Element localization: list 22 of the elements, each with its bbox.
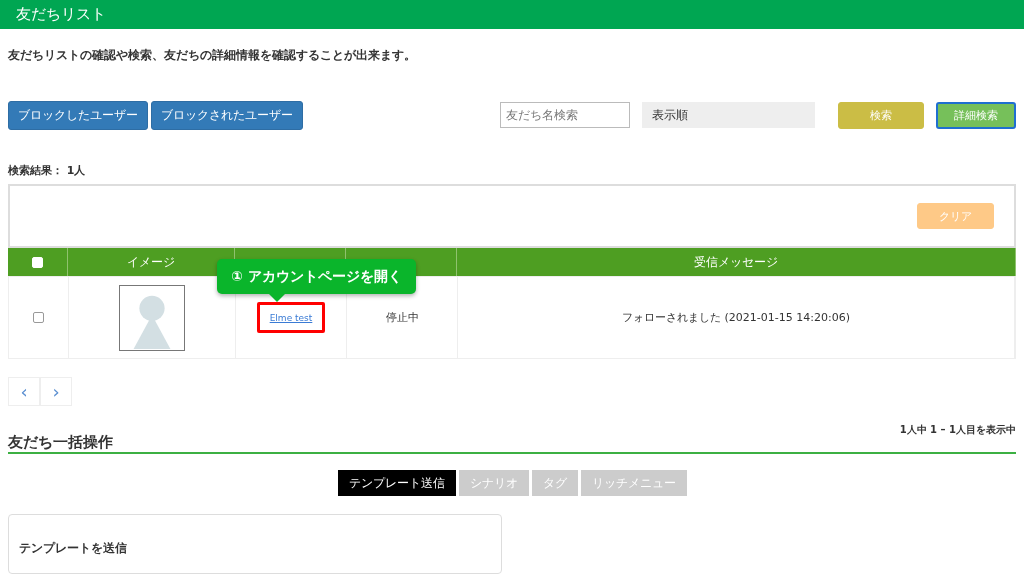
received-message: フォローされました (2021-01-15 14:20:06) xyxy=(458,277,1015,358)
next-page-button[interactable]: › xyxy=(40,377,72,406)
pagination-summary: 1人中 1 – 1人目を表示中 xyxy=(899,423,1016,437)
advanced-search-button[interactable]: 詳細検索 xyxy=(936,101,1016,129)
callout-pointer-icon xyxy=(268,293,286,302)
block-list-button[interactable]: ブロックされたユーザー xyxy=(151,100,303,130)
select-all-checkbox[interactable] xyxy=(32,256,43,268)
operation-tab[interactable]: テンプレート送信 xyxy=(337,470,456,496)
page-title: 友だちリスト xyxy=(16,5,106,24)
sort-select[interactable]: 表示順 xyxy=(642,102,815,128)
friend-name-link[interactable]: Elme test xyxy=(269,313,313,323)
row-checkbox[interactable] xyxy=(33,312,44,323)
previous-page-button[interactable]: ‹ xyxy=(8,377,40,406)
section-title: 友だち一括操作 xyxy=(8,433,113,452)
card-title: テンプレートを送信 xyxy=(19,541,127,555)
column-header: 受信メッセージ xyxy=(457,248,1016,276)
search-button[interactable]: 検索 xyxy=(838,101,924,129)
result-count: 検索結果： 1人 xyxy=(8,163,87,178)
block-list-button[interactable]: ブロックしたユーザー xyxy=(8,100,148,130)
page-description: 友だちリストの確認や検索、友だちの詳細情報を確認することが出来ます。 xyxy=(8,48,417,62)
avatar-placeholder-icon xyxy=(119,284,185,351)
search-field[interactable]: 友だち名検索 xyxy=(500,102,630,128)
